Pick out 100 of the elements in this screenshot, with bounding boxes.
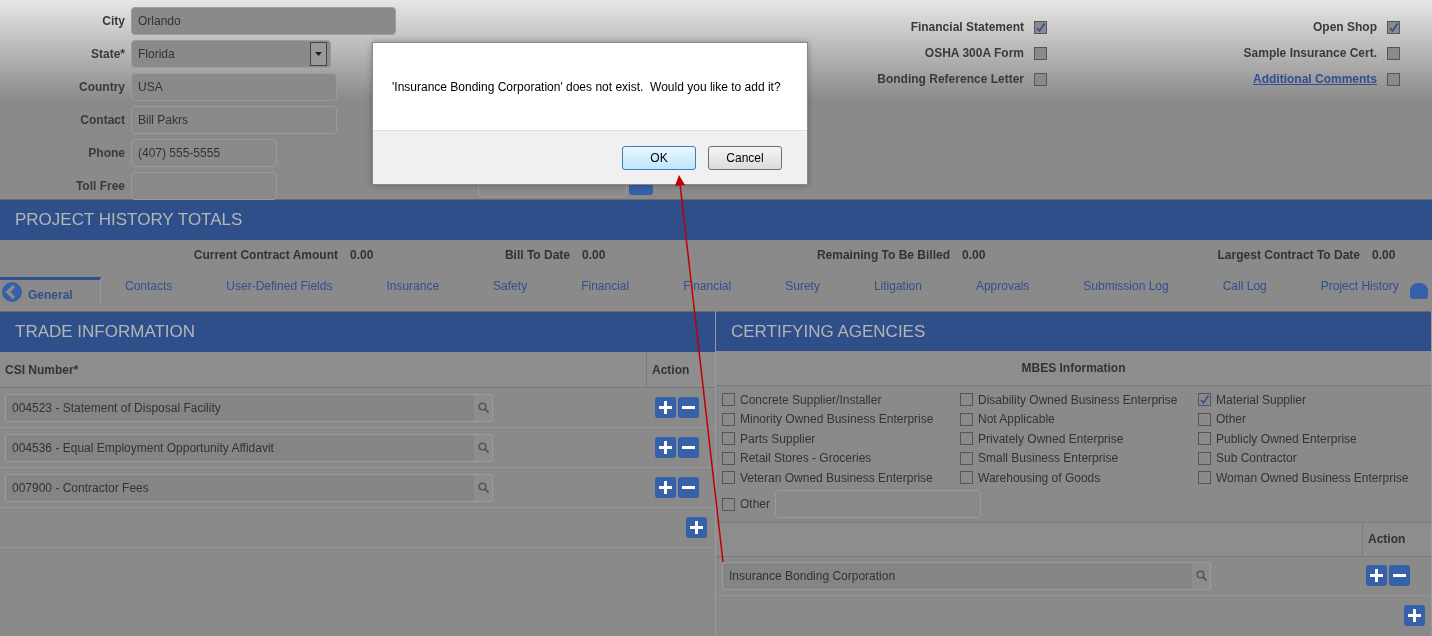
- total-value: 0.00: [581, 246, 607, 264]
- checkbox[interactable]: [960, 471, 973, 485]
- checkbox[interactable]: [1198, 432, 1211, 446]
- add-button[interactable]: [1404, 605, 1425, 626]
- field-label: Contact: [79, 111, 126, 129]
- checkbox[interactable]: [1198, 393, 1211, 407]
- total-value: 0.00: [1371, 246, 1397, 264]
- checklist-label: Financial Statement: [910, 19, 1024, 36]
- checkbox[interactable]: [722, 432, 735, 446]
- tab[interactable]: Financial: [581, 277, 630, 295]
- remove-button[interactable]: [678, 477, 699, 498]
- add-button[interactable]: [655, 437, 676, 458]
- option-label: Veteran Owned Business Enterprise: [740, 469, 933, 487]
- checklist-label: OSHA 300A Form: [924, 45, 1024, 62]
- comments-link[interactable]: Additional Comments: [1253, 70, 1377, 88]
- field-label: Country: [78, 78, 126, 96]
- plus-icon: [1408, 609, 1421, 622]
- column-header: Action: [1362, 522, 1406, 556]
- section-header: PROJECT HISTORY TOTALS: [0, 199, 1432, 240]
- column-header: Action: [646, 352, 690, 387]
- option-label: Minority Owned Business Enterprise: [740, 411, 934, 429]
- plus-icon: [659, 441, 672, 454]
- add-button[interactable]: [655, 397, 676, 418]
- plus-icon: [690, 521, 703, 534]
- field-label: Phone: [87, 144, 126, 162]
- remove-button[interactable]: [678, 437, 699, 458]
- column-header: MBES Information: [1021, 360, 1126, 378]
- input-field[interactable]: USA: [131, 72, 337, 101]
- tab[interactable]: Project History: [1320, 277, 1399, 295]
- checkbox[interactable]: [722, 451, 735, 465]
- option-label: Other: [1216, 411, 1246, 429]
- total-label: Current Contract Amount: [192, 246, 338, 264]
- checkbox[interactable]: [960, 451, 973, 465]
- tab[interactable]: Insurance: [386, 277, 440, 295]
- option-label: Retail Stores - Groceries: [740, 450, 872, 468]
- tab[interactable]: User-Defined Fields: [226, 277, 333, 295]
- field-label: City: [101, 12, 126, 30]
- state-select[interactable]: Florida: [131, 39, 331, 68]
- checklist-label: Sample Insurance Cert.: [1243, 45, 1377, 62]
- add-button[interactable]: [686, 517, 707, 538]
- tab[interactable]: Approvals: [975, 277, 1030, 295]
- field-label: Toll Free: [74, 177, 126, 195]
- option-label: Sub Contractor: [1216, 450, 1297, 468]
- plus-icon: [1370, 569, 1383, 583]
- total-label: Largest Contract To Date: [1216, 246, 1360, 264]
- input-field[interactable]: Orlando: [131, 6, 396, 35]
- checkbox[interactable]: [1034, 72, 1047, 86]
- tab[interactable]: Safety: [493, 277, 528, 295]
- checkbox[interactable]: [960, 393, 973, 407]
- checkbox[interactable]: [1034, 20, 1047, 34]
- field-label: State*: [90, 45, 126, 63]
- input-field[interactable]: [131, 171, 277, 200]
- tab[interactable]: Contacts: [125, 277, 173, 295]
- caret-icon: [315, 51, 322, 56]
- add-button[interactable]: [1366, 565, 1387, 587]
- tab[interactable]: General: [0, 277, 101, 303]
- option-label: Warehousing of Goods: [978, 469, 1101, 487]
- tab[interactable]: Surety: [785, 277, 820, 295]
- checkbox[interactable]: [1387, 46, 1400, 60]
- checkbox[interactable]: [960, 432, 973, 446]
- plus-icon: [659, 401, 672, 414]
- checkbox[interactable]: [960, 412, 973, 426]
- checkbox[interactable]: [722, 497, 735, 511]
- dialog-button[interactable]: OK: [622, 145, 696, 170]
- total-value: 0.00: [349, 246, 375, 264]
- remove-button[interactable]: [678, 397, 699, 418]
- checkbox[interactable]: [1198, 451, 1211, 465]
- option-label: Disability Owned Business Enterprise: [978, 391, 1178, 409]
- checkbox[interactable]: [1198, 412, 1211, 426]
- total-value: 0.00: [961, 246, 987, 264]
- checkbox[interactable]: [1387, 20, 1400, 34]
- option-label: Woman Owned Business Enterprise: [1216, 469, 1409, 487]
- remove-button[interactable]: [1389, 565, 1410, 587]
- option-label: Not Applicable: [978, 411, 1055, 429]
- checkbox[interactable]: [1387, 72, 1400, 86]
- option-label: Parts Supplier: [740, 430, 816, 448]
- tab[interactable]: Submission Log: [1083, 277, 1169, 295]
- add-button[interactable]: [655, 477, 676, 498]
- option-label: Small Business Enterprise: [978, 450, 1119, 468]
- input-field[interactable]: Bill Pakrs: [131, 105, 337, 134]
- input-field[interactable]: (407) 555-5555: [131, 138, 277, 167]
- checklist-label: Open Shop: [1313, 19, 1377, 36]
- dropdown-button[interactable]: [310, 41, 327, 66]
- tab-scroll-icon: [1410, 283, 1428, 299]
- total-label: Bill To Date: [503, 246, 570, 264]
- checkbox[interactable]: [722, 393, 735, 407]
- option-label: Other: [740, 496, 770, 514]
- checkbox[interactable]: [722, 471, 735, 485]
- checkbox[interactable]: [1198, 471, 1211, 485]
- tab[interactable]: Litigation: [873, 277, 922, 295]
- dialog-button[interactable]: Cancel: [708, 145, 782, 170]
- tab[interactable]: Call Log: [1222, 277, 1267, 295]
- section-header: CERTIFYING AGENCIES: [716, 311, 1431, 351]
- option-label: Concrete Supplier/Installer: [740, 391, 882, 409]
- checkbox[interactable]: [1034, 46, 1047, 60]
- checkbox[interactable]: [722, 412, 735, 426]
- dialog-message: 'Insurance Bonding Corporation' does not exist. Would you like to add it?: [391, 78, 782, 96]
- column-header: CSI Number*: [4, 361, 80, 379]
- option-label: Material Supplier: [1216, 391, 1307, 409]
- checklist-label: Bonding Reference Letter: [877, 71, 1024, 88]
